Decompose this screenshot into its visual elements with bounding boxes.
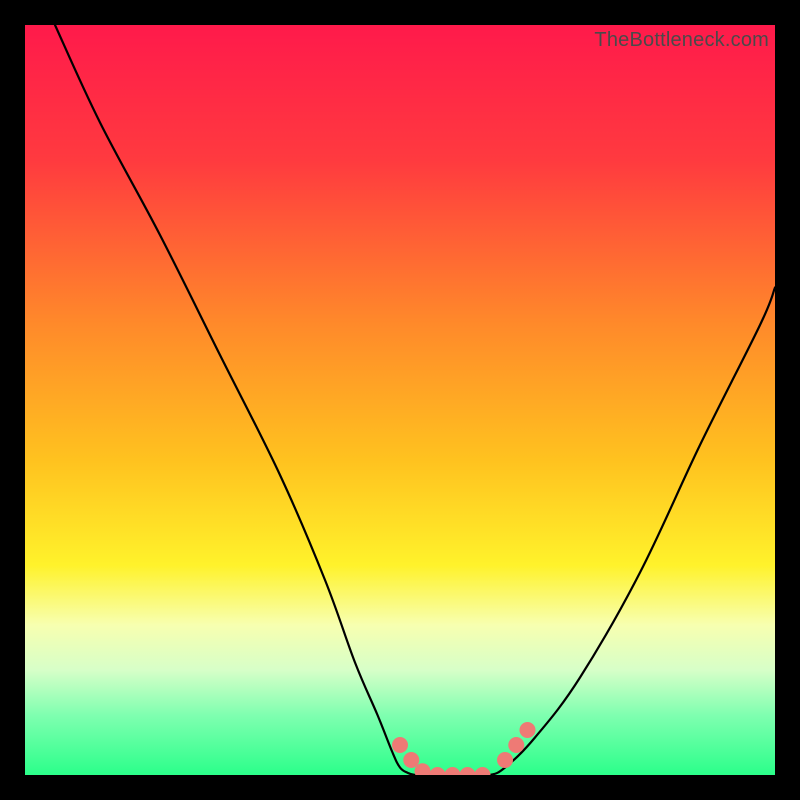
curve-marker (497, 752, 513, 768)
curve-marker (520, 722, 536, 738)
curve-marker (508, 737, 524, 753)
chart-frame: TheBottleneck.com (25, 25, 775, 775)
watermark-text: TheBottleneck.com (594, 29, 769, 52)
bottleneck-curve-plot (25, 25, 775, 775)
curve-marker (392, 737, 408, 753)
plot-background (25, 25, 775, 775)
